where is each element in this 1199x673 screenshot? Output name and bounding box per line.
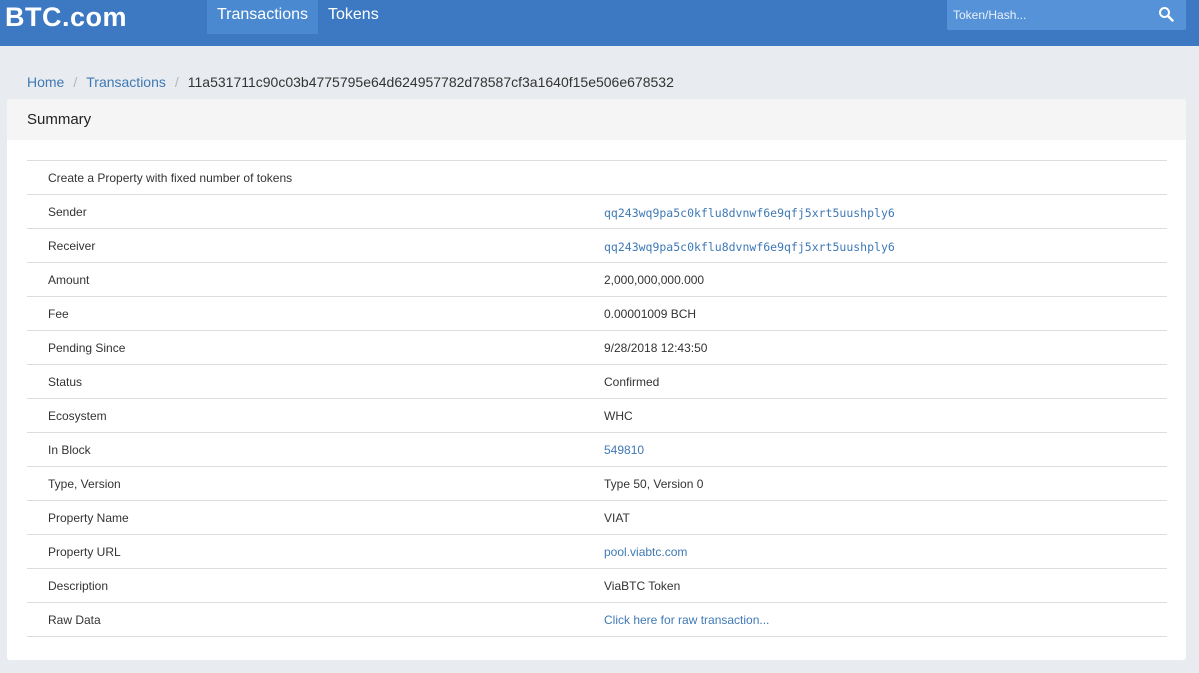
description-value: ViaBTC Token [604,579,681,593]
panel-heading: Summary [7,99,1186,140]
row-label: Sender [48,205,87,219]
search-box[interactable]: Token/Hash... [947,0,1186,30]
row-label: Pending Since [48,341,126,355]
status-value: Confirmed [604,375,660,389]
nav-transactions[interactable]: Transactions [207,0,318,34]
block-link[interactable]: 549810 [604,443,644,457]
table-row: Raw Data Click here for raw transaction.… [27,603,1167,637]
table-row: Description ViaBTC Token [27,569,1167,603]
breadcrumb: Home / Transactions / 11a531711c90c03b47… [27,74,674,90]
receiver-address-link[interactable]: qq243wq9pa5c0kflu8dvnwf6e9qfj5xrt5uushpl… [604,240,895,254]
site-logo[interactable]: BTC.com [5,1,127,33]
summary-table: Create a Property with fixed number of t… [27,160,1167,637]
top-navbar: BTC.com Transactions Tokens Token/Hash..… [0,0,1199,46]
search-icon[interactable] [1158,6,1174,22]
nav-tokens[interactable]: Tokens [318,0,389,34]
type-version-value: Type 50, Version 0 [604,477,704,491]
property-name-value: VIAT [604,511,630,525]
row-label: Fee [48,307,69,321]
table-row: Type, Version Type 50, Version 0 [27,467,1167,501]
table-row: Fee 0.00001009 BCH [27,297,1167,331]
main-nav: Transactions Tokens [207,0,389,34]
table-row: Property URL pool.viabtc.com [27,535,1167,569]
panel-title: Summary [27,111,92,128]
breadcrumb-home[interactable]: Home [27,74,64,90]
ecosystem-value: WHC [604,409,633,423]
row-label: Receiver [48,239,96,253]
row-label: Amount [48,273,90,287]
table-row: Create a Property with fixed number of t… [27,161,1167,195]
row-label: Status [48,375,83,389]
fee-value: 0.00001009 BCH [604,307,697,321]
tx-description: Create a Property with fixed number of t… [48,171,293,185]
table-row: In Block 549810 [27,433,1167,467]
row-label: Ecosystem [48,409,107,423]
summary-panel: Summary Create a Property with fixed num… [7,99,1186,660]
table-row: Amount 2,000,000,000.000 [27,263,1167,297]
breadcrumb-transactions[interactable]: Transactions [86,74,166,90]
row-label: In Block [48,443,91,457]
table-row: Sender qq243wq9pa5c0kflu8dvnwf6e9qfj5xrt… [27,195,1167,229]
amount-value: 2,000,000,000.000 [604,273,705,287]
table-row: Property Name VIAT [27,501,1167,535]
table-row: Ecosystem WHC [27,399,1167,433]
raw-data-link[interactable]: Click here for raw transaction... [604,613,769,627]
search-input[interactable]: Token/Hash... [953,8,1026,22]
table-row: Pending Since 9/28/2018 12:43:50 [27,331,1167,365]
property-url-link[interactable]: pool.viabtc.com [604,545,687,559]
breadcrumb-separator: / [73,74,78,90]
row-label: Raw Data [48,613,101,627]
row-label: Property Name [48,511,129,525]
pending-since-value: 9/28/2018 12:43:50 [604,341,708,355]
sender-address-link[interactable]: qq243wq9pa5c0kflu8dvnwf6e9qfj5xrt5uushpl… [604,206,895,220]
breadcrumb-current: 11a531711c90c03b4775795e64d624957782d785… [187,74,674,90]
table-row: Receiver qq243wq9pa5c0kflu8dvnwf6e9qfj5x… [27,229,1167,263]
row-label: Property URL [48,545,121,559]
breadcrumb-separator: / [174,74,179,90]
row-label: Type, Version [48,477,121,491]
row-label: Description [48,579,109,593]
table-row: Status Confirmed [27,365,1167,399]
